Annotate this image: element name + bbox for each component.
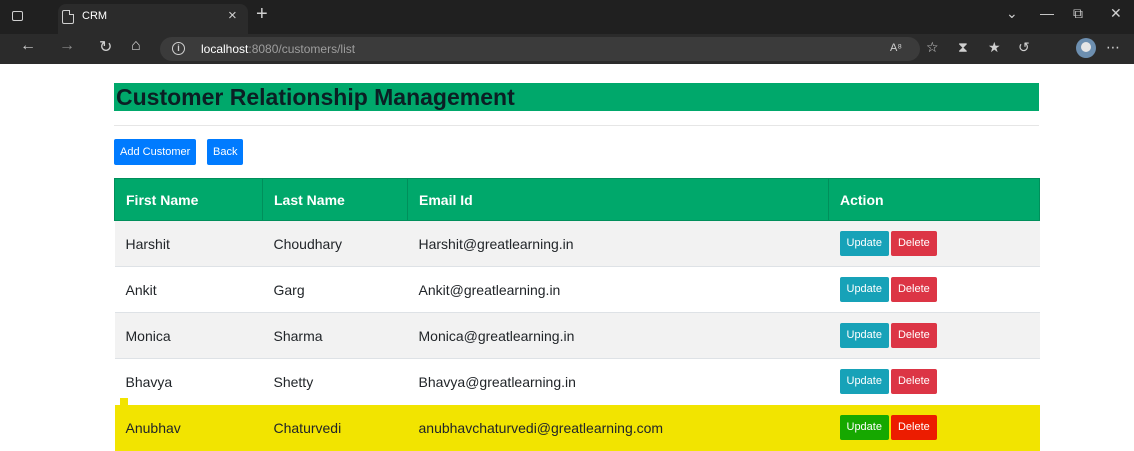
column-header-action: Action [828,178,1040,221]
email-cell: Bhavya@greatlearning.in [407,358,829,405]
home-icon[interactable]: ⌂ [131,37,141,55]
email-cell: Monica@greatlearning.in [407,312,829,359]
last-name-cell: Choudhary [262,220,408,267]
delete-button[interactable]: Delete [890,415,937,440]
action-cell: Update Delete [828,404,1040,451]
update-button[interactable]: Update [839,231,889,256]
sidebar-icon[interactable] [12,11,23,21]
update-button[interactable]: Update [839,369,889,395]
last-name-cell: Shetty [262,358,408,405]
page-icon [62,10,74,24]
email-cell: Ankit@greatlearning.in [407,266,829,313]
refresh-icon[interactable]: ↻ [99,37,112,57]
url-path: :8080/customers/list [248,42,356,56]
table-row: Monica Sharma Monica@greatlearning.in Up… [114,312,1040,359]
first-name-cell: Bhavya [114,358,263,405]
customer-table: First Name Last Name Email Id Action Har… [114,178,1040,451]
close-icon[interactable]: × [228,7,237,24]
action-cell: Update Delete [828,220,1040,267]
tab-title: CRM [82,10,108,22]
info-icon[interactable]: i [172,42,185,55]
delete-button[interactable]: Delete [890,323,937,348]
history-icon[interactable]: ↺ [1018,39,1030,56]
action-cell: Update Delete [828,266,1040,313]
table-row: Harshit Choudhary Harshit@greatlearning.… [114,220,1040,267]
plus-icon[interactable]: + [256,4,268,24]
address-bar[interactable]: i localhost:8080/customers/list A⁸ [160,37,920,61]
column-header-last-name: Last Name [262,178,408,221]
extensions-icon[interactable]: ⧗ [958,39,968,56]
window-close-icon[interactable]: ✕ [1110,5,1122,22]
update-button[interactable]: Update [839,277,889,302]
table-header-row: First Name Last Name Email Id Action [114,178,1040,221]
chevron-down-icon[interactable]: ⌄ [1006,5,1018,22]
browser-tab[interactable]: CRM × [58,4,248,34]
minimize-icon[interactable]: — [1040,5,1054,21]
update-button[interactable]: Update [839,415,889,440]
first-name-cell: Harshit [114,220,263,267]
table-row: Ankit Garg Ankit@greatlearning.in Update… [114,266,1040,313]
back-button[interactable]: Back [207,139,244,165]
action-cell: Update Delete [828,312,1040,359]
profile-avatar[interactable] [1076,38,1096,58]
delete-button[interactable]: Delete [890,369,937,395]
table-row: Bhavya Shetty Bhavya@greatlearning.in Up… [114,358,1040,405]
last-name-cell: Chaturvedi [262,404,408,451]
read-aloud-icon[interactable]: A⁸ [890,42,902,54]
first-name-cell: Monica [114,312,263,359]
more-icon[interactable]: ⋯ [1106,39,1120,56]
divider [114,125,1039,126]
last-name-cell: Garg [262,266,408,313]
header-band: Customer Relationship Management [114,83,1039,111]
column-header-email: Email Id [407,178,829,221]
email-cell: anubhavchaturvedi@greatlearning.com [407,404,829,451]
browser-toolbar: ← → ↻ ⌂ i localhost:8080/customers/list … [0,34,1134,64]
delete-button[interactable]: Delete [890,277,937,302]
back-icon[interactable]: ← [20,37,36,55]
url-host: localhost [201,42,249,56]
column-header-first-name: First Name [114,178,263,221]
last-name-cell: Sharma [262,312,408,359]
url-text[interactable]: localhost:8080/customers/list [201,42,355,56]
email-cell: Harshit@greatlearning.in [407,220,829,267]
add-customer-button[interactable]: Add Customer [114,139,197,165]
favorites-bar-icon[interactable]: ★ [988,39,1001,56]
page-title: Customer Relationship Management [116,84,515,110]
action-cell: Update Delete [828,358,1040,405]
update-button[interactable]: Update [839,323,889,348]
first-name-cell: Anubhav [114,404,263,451]
table-row-highlighted: Anubhav Chaturvedi anubhavchaturvedi@gre… [114,404,1040,451]
restore-icon[interactable]: ⧉ [1073,5,1083,22]
browser-titlebar: CRM × + ⌄ — ⧉ ✕ [0,0,1134,34]
first-name-cell: Ankit [114,266,263,313]
delete-button[interactable]: Delete [890,231,937,256]
favorite-icon[interactable]: ☆ [926,39,939,56]
forward-icon[interactable]: → [59,37,75,55]
